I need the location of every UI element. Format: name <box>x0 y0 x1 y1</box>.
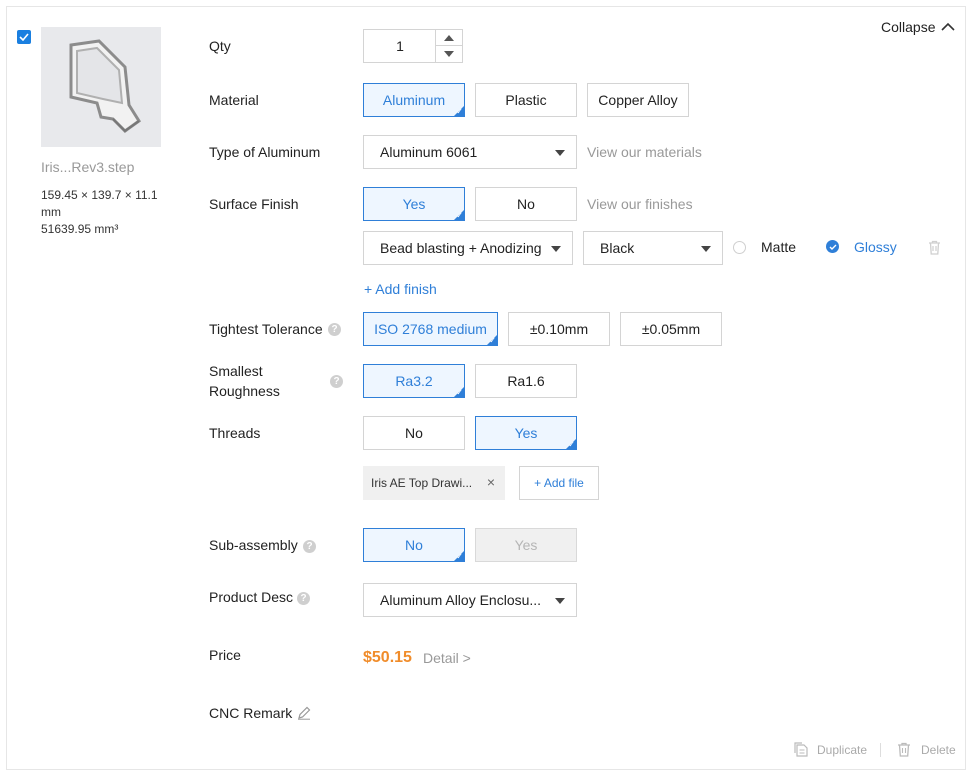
option-label: Yes <box>514 425 538 441</box>
finish-type-select[interactable]: Bead blasting + Anodizing <box>363 231 573 265</box>
thread-file-chip: Iris AE Top Drawi... × <box>363 466 505 500</box>
add-finish-link[interactable]: + Add finish <box>364 281 437 297</box>
option-label: Yes <box>402 196 426 212</box>
chevron-up-icon <box>941 22 956 31</box>
tolerance-option-0-10mm[interactable]: ±0.10mm <box>508 312 610 346</box>
threads-option-no[interactable]: No <box>363 416 465 450</box>
cnc-remark-label: CNC Remark <box>209 705 293 721</box>
part-dimensions: 159.45 × 139.7 × 11.1 mm 51639.95 mm³ <box>41 187 171 238</box>
option-label: Ra3.2 <box>395 373 433 389</box>
part-model-image <box>69 39 142 133</box>
help-icon[interactable]: ? <box>330 375 343 388</box>
trash-icon[interactable] <box>928 240 941 255</box>
roughness-option-ra3-2[interactable]: Ra3.2 ✓ <box>363 364 465 398</box>
option-label: ±0.05mm <box>641 321 701 337</box>
glossy-radio[interactable] <box>826 240 839 253</box>
duplicate-icon <box>794 742 808 757</box>
part-filename[interactable]: Iris...Rev3.step <box>41 159 134 175</box>
view-finishes-link[interactable]: View our finishes <box>587 196 693 212</box>
part-select-checkbox[interactable] <box>17 30 31 44</box>
material-option-aluminum[interactable]: Aluminum ✓ <box>363 83 465 117</box>
glossy-label: Glossy <box>854 239 897 255</box>
collapse-button[interactable]: Collapse <box>881 19 956 35</box>
add-file-button[interactable]: + Add file <box>519 466 599 500</box>
qty-label: Qty <box>209 38 231 54</box>
remove-file-icon[interactable]: × <box>487 474 495 490</box>
threads-option-yes[interactable]: Yes ✓ <box>475 416 577 450</box>
type-label: Type of Aluminum <box>209 144 321 160</box>
trash-icon <box>898 742 910 757</box>
surface-finish-label: Surface Finish <box>209 196 299 212</box>
threads-label: Threads <box>209 425 261 441</box>
select-value: Black <box>600 240 635 256</box>
stepper-controls <box>435 30 462 62</box>
part-volume: 51639.95 mm³ <box>41 222 119 236</box>
subassembly-option-yes: Yes <box>475 528 577 562</box>
material-label: Material <box>209 92 259 108</box>
option-label: Ra1.6 <box>507 373 545 389</box>
increment-button[interactable] <box>436 30 462 46</box>
product-desc-select[interactable]: Aluminum Alloy Enclosu... <box>363 583 577 617</box>
part-size: 159.45 × 139.7 × 11.1 mm <box>41 188 158 219</box>
material-option-copper-alloy[interactable]: Copper Alloy <box>587 83 689 117</box>
tolerance-label: Tightest Tolerance <box>209 321 323 337</box>
quantity-stepper: 1 <box>363 29 463 63</box>
footer-divider <box>880 743 881 757</box>
roughness-label: Smallest Roughness <box>209 361 280 401</box>
help-icon[interactable]: ? <box>303 540 316 553</box>
option-label: Aluminum <box>382 92 446 108</box>
option-label: No <box>517 196 535 212</box>
option-label: No <box>405 537 423 553</box>
option-label: Plastic <box>505 92 547 108</box>
caret-down-icon <box>555 150 565 156</box>
option-label: No <box>405 425 423 441</box>
surface-finish-yes[interactable]: Yes ✓ <box>363 187 465 221</box>
option-label: Copper Alloy <box>598 92 678 108</box>
thread-file-name: Iris AE Top Drawi... <box>371 476 473 490</box>
select-value: Aluminum Alloy Enclosu... <box>380 592 542 608</box>
help-icon[interactable]: ? <box>297 592 310 605</box>
roughness-label-line1: Smallest <box>209 363 263 379</box>
price-label: Price <box>209 647 241 663</box>
tolerance-option-iso-2768-medium[interactable]: ISO 2768 medium ✓ <box>363 312 498 346</box>
price-detail-link[interactable]: Detail > <box>423 650 471 666</box>
pencil-icon[interactable] <box>297 706 311 720</box>
delete-button[interactable]: Delete <box>897 742 956 757</box>
roughness-option-ra1-6[interactable]: Ra1.6 <box>475 364 577 398</box>
select-value: Aluminum 6061 <box>380 144 478 160</box>
select-value: Bead blasting + Anodizing <box>380 240 542 256</box>
duplicate-label: Duplicate <box>817 742 868 757</box>
material-option-plastic[interactable]: Plastic <box>475 83 577 117</box>
option-label: ±0.10mm <box>529 321 589 337</box>
matte-label: Matte <box>761 239 797 255</box>
part-thumbnail[interactable] <box>41 27 161 147</box>
tolerance-option-0-05mm[interactable]: ±0.05mm <box>620 312 722 346</box>
check-icon <box>829 244 836 250</box>
option-label: Yes <box>514 537 538 553</box>
aluminum-type-select[interactable]: Aluminum 6061 <box>363 135 577 169</box>
subassembly-option-no[interactable]: No ✓ <box>363 528 465 562</box>
price-value: $50.15 <box>363 649 412 666</box>
triangle-up-icon <box>444 34 454 41</box>
help-icon[interactable]: ? <box>328 323 341 336</box>
finish-color-select[interactable]: Black <box>583 231 723 265</box>
triangle-down-icon <box>444 51 454 57</box>
caret-down-icon <box>551 246 561 252</box>
check-icon <box>19 33 29 41</box>
view-materials-link[interactable]: View our materials <box>587 144 702 160</box>
option-label: ISO 2768 medium <box>374 321 487 337</box>
matte-radio[interactable] <box>733 241 746 254</box>
subassembly-label: Sub-assembly <box>209 537 298 553</box>
decrement-button[interactable] <box>436 46 462 62</box>
surface-finish-no[interactable]: No <box>475 187 577 221</box>
collapse-label: Collapse <box>881 19 936 35</box>
quantity-input[interactable]: 1 <box>364 30 436 62</box>
roughness-label-line2: Roughness <box>209 383 280 399</box>
caret-down-icon <box>555 598 565 604</box>
caret-down-icon <box>701 246 711 252</box>
duplicate-button[interactable]: Duplicate <box>794 742 867 757</box>
product-desc-label: Product Desc <box>209 589 294 605</box>
delete-label: Delete <box>921 742 956 757</box>
